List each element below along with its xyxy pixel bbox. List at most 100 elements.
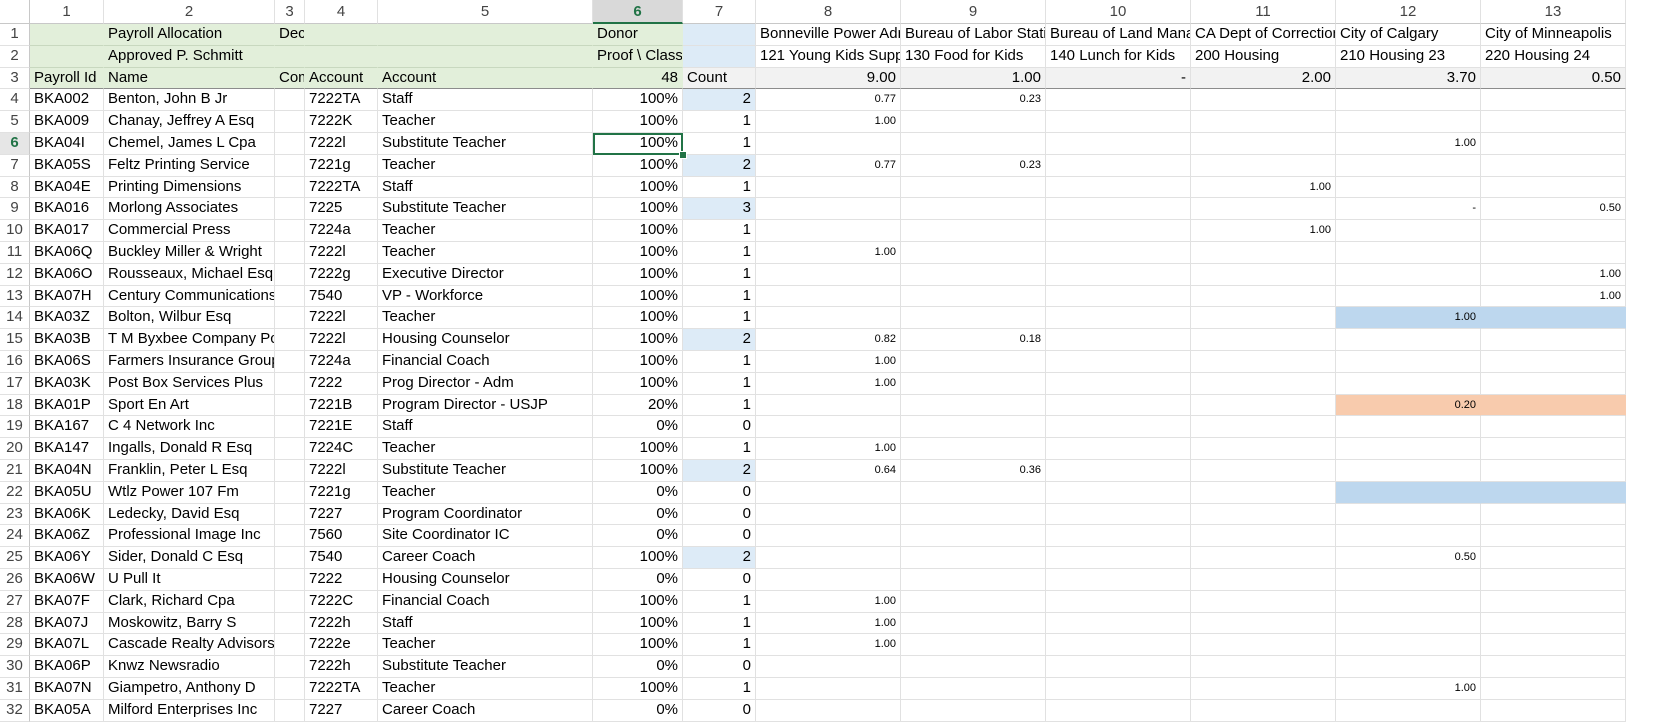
row-header-9[interactable]: 9 <box>0 198 30 221</box>
row-header-32[interactable]: 32 <box>0 699 30 722</box>
cell-r29-c4[interactable]: 7222e <box>305 634 378 657</box>
cell-r10-c13[interactable] <box>1481 220 1626 242</box>
column-header-12[interactable]: 12 <box>1336 0 1481 24</box>
cell-r12-c2[interactable]: Rousseaux, Michael Esq <box>104 263 275 286</box>
cell-r32-c4[interactable]: 7227 <box>305 699 378 722</box>
cell-r28-c3[interactable] <box>275 612 305 635</box>
cell-r13-c12[interactable] <box>1336 285 1481 308</box>
cell-r16-c8[interactable]: 1.00 <box>756 351 901 373</box>
cell-r4-c2[interactable]: Benton, John B Jr <box>104 89 275 112</box>
cell-r21-c5[interactable]: Substitute Teacher <box>378 460 593 482</box>
cell-r13-c1[interactable]: BKA07H <box>30 285 104 308</box>
cell-r12-c1[interactable]: BKA06O <box>30 263 104 286</box>
cell-r6-c2[interactable]: Chemel, James L Cpa <box>104 133 275 155</box>
cell-r12-c5[interactable]: Executive Director <box>378 263 593 286</box>
cell-r5-c1[interactable]: BKA009 <box>30 111 104 133</box>
row-header-31[interactable]: 31 <box>0 678 30 700</box>
cell-r27-c10[interactable] <box>1046 590 1191 613</box>
cell-r18-c2[interactable]: Sport En Art <box>104 394 275 417</box>
cell-r19-c1[interactable]: BKA167 <box>30 416 104 439</box>
cell-r24-c13[interactable] <box>1481 525 1626 548</box>
cell-r4-c6[interactable]: 100% <box>593 89 683 112</box>
header-cell-r1-c7[interactable] <box>683 24 756 46</box>
cell-r27-c2[interactable]: Clark, Richard Cpa <box>104 590 275 613</box>
header-cell-r1-c3[interactable]: Dec 2020 all runs <box>275 24 305 46</box>
cell-r13-c13[interactable]: 1.00 <box>1481 285 1626 308</box>
cell-r29-c3[interactable] <box>275 634 305 657</box>
cell-r5-c2[interactable]: Chanay, Jeffrey A Esq <box>104 111 275 133</box>
cell-r29-c8[interactable]: 1.00 <box>756 634 901 657</box>
cell-r20-c2[interactable]: Ingalls, Donald R Esq <box>104 438 275 460</box>
cell-r4-c10[interactable] <box>1046 89 1191 112</box>
cell-r4-c3[interactable] <box>275 89 305 112</box>
cell-r10-c12[interactable] <box>1336 220 1481 242</box>
header-cell-r3-c3[interactable]: Comp <box>275 67 305 90</box>
cell-r26-c2[interactable]: U Pull It <box>104 569 275 591</box>
cell-r7-c10[interactable] <box>1046 154 1191 177</box>
cell-r17-c7[interactable]: 1 <box>683 372 756 395</box>
cell-r7-c6[interactable]: 100% <box>593 154 683 177</box>
column-header-7[interactable]: 7 <box>683 0 756 24</box>
cell-r27-c5[interactable]: Financial Coach <box>378 590 593 613</box>
cell-r30-c3[interactable] <box>275 656 305 678</box>
cell-r31-c9[interactable] <box>901 678 1046 700</box>
cell-r16-c9[interactable] <box>901 351 1046 373</box>
spreadsheet-grid[interactable]: 1 2 3 4 5 6 7 8 9 10 11 12 13 1 2 3 4 5 6 7 8 9 10 11 12 13 14 15 16… <box>0 0 1661 728</box>
cell-r16-c5[interactable]: Financial Coach <box>378 351 593 373</box>
cell-r30-c13[interactable] <box>1481 656 1626 678</box>
cell-r19-c13[interactable] <box>1481 416 1626 439</box>
row-header-3[interactable]: 3 <box>0 67 30 90</box>
cell-r20-c9[interactable] <box>901 438 1046 460</box>
cell-r6-c5[interactable]: Substitute Teacher <box>378 133 593 155</box>
cell-r18-c9[interactable] <box>901 394 1046 417</box>
cell-r17-c5[interactable]: Prog Director - Adm <box>378 372 593 395</box>
cell-r31-c4[interactable]: 7222TA <box>305 678 378 700</box>
cell-r7-c9[interactable]: 0.23 <box>901 154 1046 177</box>
cell-r9-c8[interactable] <box>756 198 901 221</box>
cell-r31-c7[interactable]: 1 <box>683 678 756 700</box>
cell-r27-c9[interactable] <box>901 590 1046 613</box>
cell-r5-c13[interactable] <box>1481 111 1626 133</box>
column-header-10[interactable]: 10 <box>1046 0 1191 24</box>
cell-r7-c11[interactable] <box>1191 154 1336 177</box>
cell-r18-c4[interactable]: 7221B <box>305 394 378 417</box>
fill-handle[interactable] <box>679 150 687 159</box>
header-cell-r3-c13[interactable]: 0.50 <box>1481 67 1626 90</box>
cell-r12-c6[interactable]: 100% <box>593 263 683 286</box>
cell-r18-c3[interactable] <box>275 394 305 417</box>
cell-r25-c7[interactable]: 2 <box>683 547 756 569</box>
cell-r19-c6[interactable]: 0% <box>593 416 683 439</box>
cell-r18-c11[interactable] <box>1191 394 1336 417</box>
cell-r20-c7[interactable]: 1 <box>683 438 756 460</box>
column-header-4[interactable]: 4 <box>305 0 378 24</box>
header-cell-r3-c6[interactable]: 48 <box>593 67 683 90</box>
header-cell-r3-c9[interactable]: 1.00 <box>901 67 1046 90</box>
cell-r14-c5[interactable]: Teacher <box>378 307 593 330</box>
cell-r29-c11[interactable] <box>1191 634 1336 657</box>
cell-r31-c2[interactable]: Giampetro, Anthony D <box>104 678 275 700</box>
cell-r16-c6[interactable]: 100% <box>593 351 683 373</box>
cell-r23-c9[interactable] <box>901 503 1046 526</box>
cell-r32-c2[interactable]: Milford Enterprises Inc <box>104 699 275 722</box>
cell-r5-c3[interactable] <box>275 111 305 133</box>
cell-r14-c9[interactable] <box>901 307 1046 330</box>
row-header-5[interactable]: 5 <box>0 111 30 133</box>
header-cell-r1-c10[interactable]: Bureau of Land Management <box>1046 24 1191 46</box>
header-cell-r1-c11[interactable]: CA Dept of Corrections <box>1191 24 1336 46</box>
cell-r28-c7[interactable]: 1 <box>683 612 756 635</box>
cell-r21-c10[interactable] <box>1046 460 1191 482</box>
cell-r17-c10[interactable] <box>1046 372 1191 395</box>
cell-r28-c1[interactable]: BKA07J <box>30 612 104 635</box>
cell-r17-c2[interactable]: Post Box Services Plus <box>104 372 275 395</box>
cell-r26-c13[interactable] <box>1481 569 1626 591</box>
cell-r17-c4[interactable]: 7222 <box>305 372 378 395</box>
cell-r13-c5[interactable]: VP - Workforce <box>378 285 593 308</box>
row-header-8[interactable]: 8 <box>0 176 30 199</box>
cell-r6-c4[interactable]: 7222l <box>305 133 378 155</box>
cell-r27-c6[interactable]: 100% <box>593 590 683 613</box>
row-header-14[interactable]: 14 <box>0 307 30 330</box>
cell-r22-c4[interactable]: 7221g <box>305 481 378 504</box>
row-header-18[interactable]: 18 <box>0 394 30 417</box>
cell-r6-c9[interactable] <box>901 133 1046 155</box>
cell-r27-c13[interactable] <box>1481 590 1626 613</box>
